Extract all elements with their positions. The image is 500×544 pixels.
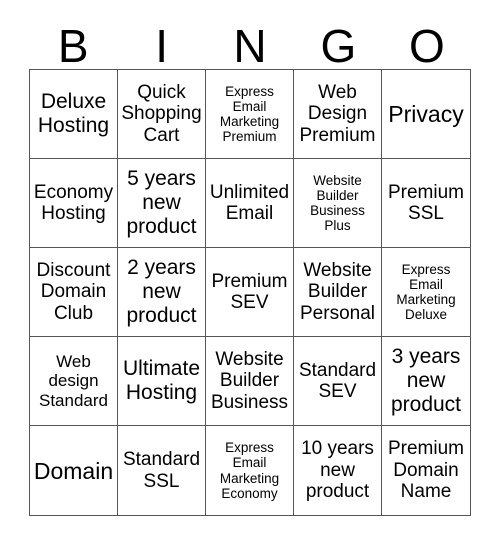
bingo-cell-label: 3 years new product [390,345,462,416]
bingo-cell-o4[interactable]: 3 years new product [382,337,471,426]
bingo-cell-label: Standard SSL [122,449,201,492]
bingo-cell-label: 2 years new product [126,256,197,327]
bingo-header-row: B I N G O [29,16,471,69]
bingo-cell-n5[interactable]: Express Email Marketing Economy [206,426,294,516]
bingo-cell-label: Website Builder Personal [300,259,375,324]
bingo-cell-label: Economy Hosting [33,181,114,224]
bingo-cell-b2[interactable]: Economy Hosting [30,159,118,248]
header-letter-o: O [408,20,445,72]
bingo-cell-g2[interactable]: Website Builder Business Plus [294,159,382,248]
bingo-cell-label: Domain [33,457,114,484]
bingo-cell-g4[interactable]: Standard SEV [294,337,382,426]
bingo-cell-label: Website Builder Business Plus [310,172,365,234]
bingo-cell-g1[interactable]: Web Design Premium [294,70,382,159]
bingo-cell-i4[interactable]: Ultimate Hosting [118,337,206,426]
bingo-cell-label: 5 years new product [126,167,197,238]
bingo-cell-i2[interactable]: 5 years new product [118,159,206,248]
header-letter-n: N [233,20,267,72]
bingo-cell-label: Unlimited Email [209,181,290,224]
bingo-cell-label: Express Email Marketing Premium [219,83,280,145]
bingo-cell-label: Express Email Marketing Deluxe [396,261,456,323]
bingo-cell-label: Quick Shopping Cart [121,81,202,146]
bingo-cell-o2[interactable]: Premium SSL [382,159,471,248]
bingo-cell-label: Privacy [388,101,464,127]
bingo-cell-i5[interactable]: Standard SSL [118,426,206,516]
bingo-cell-label: Standard SEV [298,359,377,402]
bingo-cell-label: Premium SSL [387,181,464,224]
bingo-cell-n4[interactable]: Website Builder Business [206,337,294,426]
bingo-cell-label: Ultimate Hosting [122,357,201,404]
bingo-cell-g5[interactable]: 10 years new product [294,426,382,516]
bingo-cell-n3[interactable]: Premium SEV [206,248,294,337]
bingo-cell-n2[interactable]: Unlimited Email [206,159,294,248]
bingo-cell-i1[interactable]: Quick Shopping Cart [118,70,206,159]
bingo-cell-o1[interactable]: Privacy [382,70,471,159]
header-letter-b: B [57,20,89,72]
bingo-cell-o5[interactable]: Premium Domain Name [382,426,471,516]
bingo-cell-label: Discount Domain Club [36,259,111,324]
header-letter-i: I [155,20,168,72]
header-letter-g: G [320,20,357,72]
bingo-cell-label: Website Builder Business [210,348,289,413]
bingo-cell-label: Premium Domain Name [387,438,464,503]
bingo-cell-b4[interactable]: Web design Standard [30,337,118,426]
bingo-cell-i3[interactable]: 2 years new product [118,248,206,337]
bingo-cell-label: 10 years new product [301,438,374,503]
bingo-cell-g3[interactable]: Website Builder Personal [294,248,382,337]
bingo-cell-n1[interactable]: Express Email Marketing Premium [206,70,294,159]
bingo-cell-label: Deluxe Hosting [37,90,110,137]
bingo-card: B I N G O Deluxe Hosting Quick Shopping … [0,0,500,544]
bingo-grid: Deluxe Hosting Quick Shopping Cart Expre… [29,69,471,516]
bingo-cell-o3[interactable]: Express Email Marketing Deluxe [382,248,471,337]
bingo-cell-label: Express Email Marketing Economy [219,440,280,501]
bingo-cell-b3[interactable]: Discount Domain Club [30,248,118,337]
bingo-cell-b1[interactable]: Deluxe Hosting [30,70,118,159]
bingo-cell-label: Web Design Premium [299,81,376,146]
bingo-cell-b5[interactable]: Domain [30,426,118,516]
bingo-cell-label: Premium SEV [211,270,288,313]
bingo-cell-label: Web design Standard [39,352,108,410]
